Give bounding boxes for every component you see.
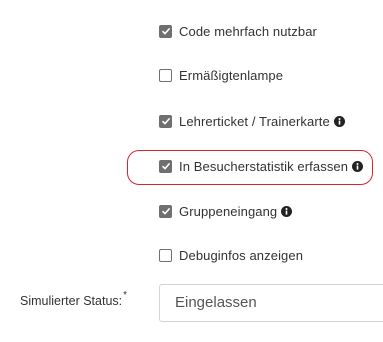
status-select[interactable]: Eingelassen: [159, 284, 383, 322]
info-icon[interactable]: [333, 115, 345, 127]
checkbox-unchecked-icon[interactable]: [159, 68, 172, 82]
info-icon[interactable]: [281, 205, 293, 217]
info-icon[interactable]: [352, 160, 364, 172]
option-debuginfos-anzeigen[interactable]: Debuginfos anzeigen: [159, 246, 303, 264]
option-in-besucherstatistik-erfassen[interactable]: In Besucherstatistik erfassen: [159, 157, 364, 175]
option-label: In Besucherstatistik erfassen: [179, 158, 349, 174]
option-label: Gruppeneingang: [179, 203, 278, 219]
option-lehrerticket-trainerkarte[interactable]: Lehrerticket / Trainerkarte: [159, 112, 345, 130]
checkbox-checked-icon[interactable]: [159, 159, 172, 173]
checkbox-checked-icon[interactable]: [159, 114, 172, 128]
option-label: Ermäßigtenlampe: [179, 67, 284, 83]
required-marker: *: [123, 290, 128, 301]
status-field-label: Simulierter Status:*: [20, 290, 127, 308]
option-label: Debuginfos anzeigen: [179, 247, 304, 263]
option-label: Code mehrfach nutzbar: [179, 23, 317, 39]
option-gruppeneingang[interactable]: Gruppeneingang: [159, 202, 293, 220]
checkbox-checked-icon[interactable]: [159, 204, 172, 218]
option-label: Lehrerticket / Trainerkarte: [179, 113, 330, 129]
option-code-mehrfach-nutzbar[interactable]: Code mehrfach nutzbar: [159, 22, 317, 40]
checkbox-checked-icon[interactable]: [159, 24, 172, 38]
status-select-value: Eingelassen: [175, 294, 257, 311]
status-label-text: Simulierter Status:: [20, 294, 123, 308]
option-ermaessigtenlampe[interactable]: Ermäßigtenlampe: [159, 66, 283, 84]
checkbox-unchecked-icon[interactable]: [159, 248, 172, 262]
form-options-panel: Code mehrfach nutzbar Ermäßigtenlampe Le…: [0, 0, 383, 342]
